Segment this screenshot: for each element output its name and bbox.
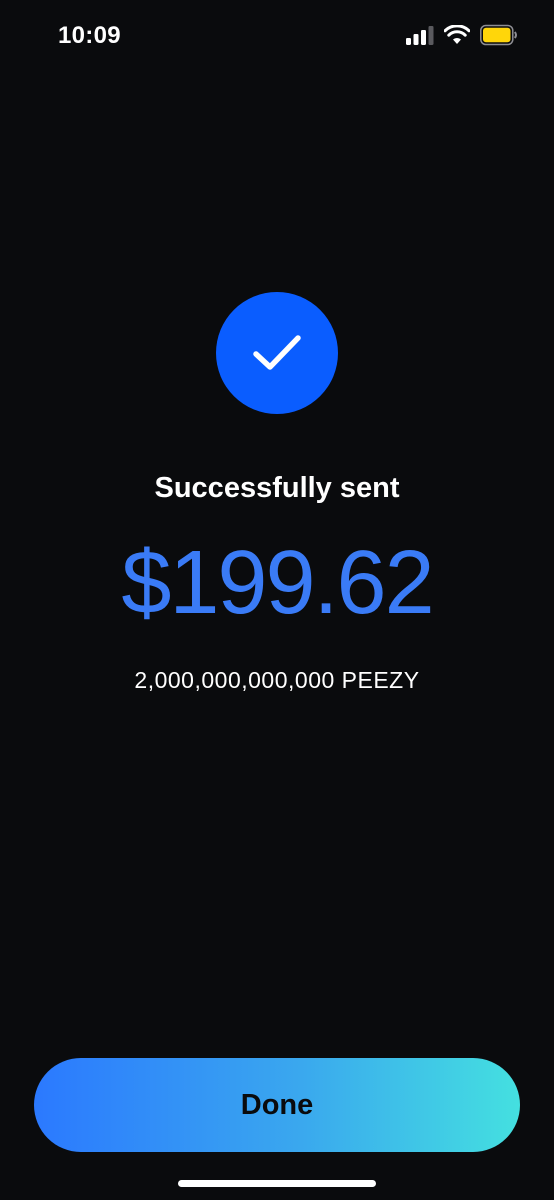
success-headline: Successfully sent xyxy=(154,472,400,504)
home-indicator[interactable] xyxy=(178,1180,376,1187)
done-button[interactable]: Done xyxy=(34,1058,520,1152)
success-badge xyxy=(216,292,338,414)
wifi-icon xyxy=(444,25,470,44)
fiat-amount: $199.62 xyxy=(121,533,434,633)
signal-icon xyxy=(406,26,434,45)
status-time: 10:09 xyxy=(58,22,121,49)
checkmark-icon xyxy=(253,335,301,370)
token-amount: 2,000,000,000,000 PEEZY xyxy=(134,667,420,693)
battery-icon xyxy=(480,24,517,46)
done-button-label: Done xyxy=(240,1088,314,1121)
status-bar: 10:09 xyxy=(0,0,554,74)
status-icons xyxy=(406,24,518,46)
send-success-screen: 10:09 Successfully sent $199.62 2,000,00… xyxy=(0,0,554,1200)
